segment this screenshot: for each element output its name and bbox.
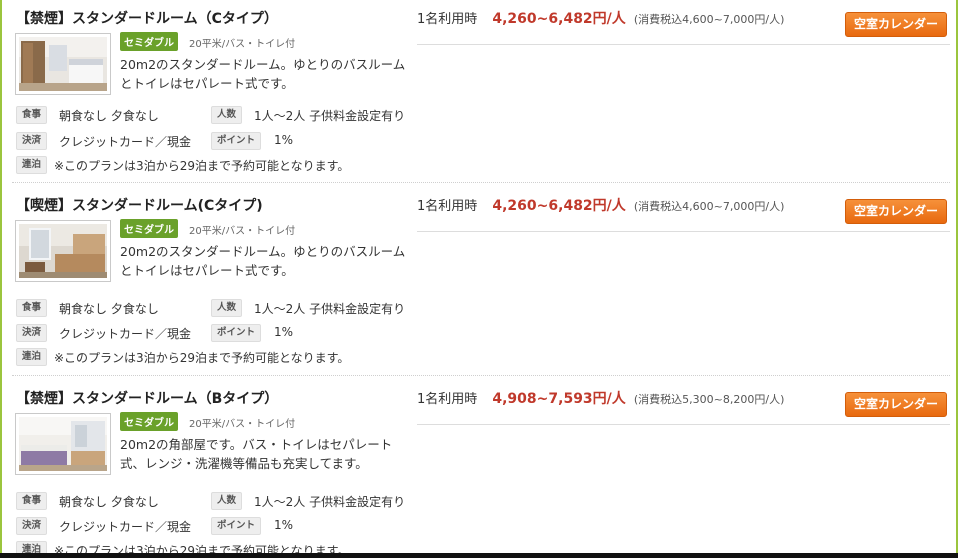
plan-card: 【喫煙】スタンダードルーム(Cタイプ) セミダブル 20平米/バス・トイレ付 2… (4, 187, 956, 380)
payment-label: 決済 (16, 324, 48, 342)
room-type-badge: セミダブル (120, 32, 178, 51)
meal-value: 朝食なし 夕食なし (59, 109, 159, 123)
payment-label: 決済 (16, 517, 48, 535)
price-divider (417, 424, 950, 425)
point-label: ポイント (211, 517, 262, 535)
meal-label: 食事 (16, 299, 48, 317)
price-row: 1名利用時 4,260~6,482円/人 (消費税込4,600~7,000円/人… (417, 195, 784, 215)
point-label: ポイント (211, 132, 262, 150)
price: 4,908~7,593円/人 (492, 391, 626, 407)
payment-label: 決済 (16, 132, 48, 150)
stay-value: ※このプランは3泊から29泊まで予約可能となります。 (54, 159, 350, 173)
room-type-badge: セミダブル (120, 219, 178, 238)
room-type-badge: セミダブル (120, 412, 178, 431)
point-value: 1% (274, 518, 294, 532)
price-row: 1名利用時 4,260~6,482円/人 (消費税込4,600~7,000円/人… (417, 8, 784, 28)
stay-value: ※このプランは3泊から29泊まで予約可能となります。 (54, 351, 350, 365)
plan-title[interactable]: 【禁煙】スタンダードルーム（Bタイプ） (16, 388, 278, 408)
plan-title[interactable]: 【喫煙】スタンダードルーム(Cタイプ) (16, 195, 263, 215)
people-label: 人数 (211, 106, 243, 124)
people-label: 人数 (211, 299, 243, 317)
payment-value: クレジットカード／現金 (59, 135, 192, 149)
meal-value: 朝食なし 夕食なし (59, 495, 159, 509)
price-row: 1名利用時 4,908~7,593円/人 (消費税込5,300~8,200円/人… (417, 388, 784, 408)
plan-divider (12, 182, 950, 183)
tax-note: (消費税込5,300~8,200円/人) (633, 393, 785, 406)
meal-label: 食事 (16, 106, 48, 124)
room-size: 20平米/バス・トイレ付 (189, 419, 296, 430)
price: 4,260~6,482円/人 (492, 198, 626, 214)
point-value: 1% (274, 133, 294, 147)
price-divider (417, 44, 950, 45)
plan-list: 【禁煙】スタンダードルーム（Cタイプ） セミダブル 20平米/バス・トイレ付 2… (0, 0, 958, 558)
vacancy-calendar-button[interactable]: 空室カレンダー (845, 392, 947, 417)
plan-card: 【禁煙】スタンダードルーム（Cタイプ） セミダブル 20平米/バス・トイレ付 2… (4, 0, 956, 193)
price-label: 1名利用時 (417, 199, 478, 214)
room-photo-icon (19, 224, 107, 278)
window-bottom-edge (0, 553, 958, 558)
stay-label: 連泊 (16, 348, 48, 366)
payment-value: クレジットカード／現金 (59, 327, 192, 341)
plan-description: 20m2の角部屋です。バス・トイレはセパレート式、レンジ・洗濯機等備品も充実して… (120, 437, 393, 471)
tax-note: (消費税込4,600~7,000円/人) (633, 200, 785, 213)
tax-note: (消費税込4,600~7,000円/人) (633, 13, 785, 26)
meal-label: 食事 (16, 492, 48, 510)
room-photo[interactable] (15, 413, 111, 475)
payment-value: クレジットカード／現金 (59, 520, 192, 534)
people-value: 1人～2人 子供料金設定有り (254, 495, 406, 509)
price-label: 1名利用時 (417, 392, 478, 407)
price-label: 1名利用時 (417, 12, 478, 27)
room-size: 20平米/バス・トイレ付 (189, 226, 296, 237)
price-divider (417, 231, 950, 232)
plan-description: 20m2のスタンダードルーム。ゆとりのバスルームとトイレはセパレート式です。 (120, 244, 406, 278)
room-size: 20平米/バス・トイレ付 (189, 39, 296, 50)
room-photo-icon (19, 417, 107, 471)
vacancy-calendar-button[interactable]: 空室カレンダー (845, 199, 947, 224)
plan-title[interactable]: 【禁煙】スタンダードルーム（Cタイプ） (16, 8, 278, 28)
people-value: 1人～2人 子供料金設定有り (254, 302, 406, 316)
point-label: ポイント (211, 324, 262, 342)
vacancy-calendar-button[interactable]: 空室カレンダー (845, 12, 947, 37)
plan-divider (12, 375, 950, 376)
room-photo[interactable] (15, 33, 111, 95)
point-value: 1% (274, 325, 294, 339)
room-photo[interactable] (15, 220, 111, 282)
stay-label: 連泊 (16, 156, 48, 174)
meal-value: 朝食なし 夕食なし (59, 302, 159, 316)
room-photo-icon (19, 37, 107, 91)
people-value: 1人～2人 子供料金設定有り (254, 109, 406, 123)
plan-description: 20m2のスタンダードルーム。ゆとりのバスルームとトイレはセパレート式です。 (120, 57, 406, 91)
people-label: 人数 (211, 492, 243, 510)
plan-card: 【禁煙】スタンダードルーム（Bタイプ） セミダブル 20平米/バス・トイレ付 2… (4, 380, 956, 558)
price: 4,260~6,482円/人 (492, 11, 626, 27)
